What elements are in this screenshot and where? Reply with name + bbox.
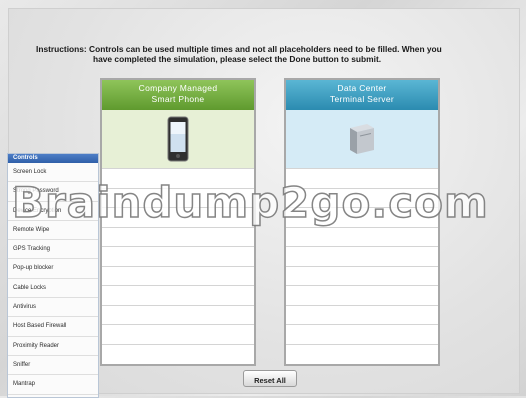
controls-header: Controls: [8, 154, 98, 163]
control-antivirus[interactable]: Antivirus: [8, 298, 98, 318]
terminal-server-panel-header: Data Center Terminal Server: [286, 80, 438, 110]
smart-phone-slot-7[interactable]: [102, 285, 254, 305]
terminal-server-slot-10[interactable]: [286, 343, 438, 364]
terminal-server-slot-8[interactable]: [286, 304, 438, 325]
terminal-server-slot-9[interactable]: [286, 324, 438, 344]
smart-phone-slot-4[interactable]: [102, 226, 254, 247]
control-proximity-reader[interactable]: Proximity Reader: [8, 337, 98, 356]
smart-phone-panel: Company Managed Smart Phone: [100, 78, 256, 366]
smart-phone-device-area: [102, 110, 254, 168]
control-host-based-firewall[interactable]: Host Based Firewall: [8, 317, 98, 337]
terminal-server-panel: Data Center Terminal Server: [284, 78, 440, 366]
instructions-line-1: Instructions: Controls can be used multi…: [36, 44, 442, 54]
terminal-server-slot-1[interactable]: [286, 168, 438, 188]
control-remote-wipe[interactable]: Remote Wipe: [8, 221, 98, 241]
control-gps-tracking[interactable]: GPS Tracking: [8, 240, 98, 260]
control-sniffer[interactable]: Sniffer: [8, 356, 98, 376]
terminal-server-slot-4[interactable]: [286, 226, 438, 247]
smart-phone-slot-5[interactable]: [102, 246, 254, 266]
instructions-line-2: have completed the simulation, please se…: [93, 54, 382, 64]
smart-phone-slot-2[interactable]: [102, 187, 254, 208]
control-device-encryption[interactable]: Device Encryption: [8, 202, 98, 221]
terminal-server-device-area: [286, 110, 438, 168]
smart-phone-slot-1[interactable]: [102, 168, 254, 188]
control-screen-lock[interactable]: Screen Lock: [8, 163, 98, 183]
control-cable-locks[interactable]: Cable Locks: [8, 279, 98, 299]
controls-list: Controls Screen Lock Strong Password Dev…: [7, 153, 99, 398]
smart-phone-title-line-1: Company Managed: [138, 83, 218, 93]
smart-phone-panel-header: Company Managed Smart Phone: [102, 80, 254, 110]
instructions-text: Instructions: Controls can be used multi…: [36, 44, 498, 64]
smart-phone-slot-9[interactable]: [102, 324, 254, 344]
control-strong-password[interactable]: Strong Password: [8, 182, 98, 202]
terminal-server-slot-2[interactable]: [286, 187, 438, 208]
smart-phone-slot-10[interactable]: [102, 343, 254, 364]
smart-phone-slot-8[interactable]: [102, 304, 254, 325]
smart-phone-slot-3[interactable]: [102, 207, 254, 227]
control-popup-blocker[interactable]: Pop-up blocker: [8, 259, 98, 279]
smartphone-icon: [167, 116, 189, 162]
control-mantrap[interactable]: Mantrap: [8, 375, 98, 395]
smart-phone-slot-6[interactable]: [102, 265, 254, 286]
terminal-server-slot-6[interactable]: [286, 265, 438, 286]
smart-phone-title-line-2: Smart Phone: [151, 94, 205, 104]
terminal-server-title-line-2: Terminal Server: [329, 94, 395, 104]
terminal-server-slot-7[interactable]: [286, 285, 438, 305]
server-icon: [350, 124, 374, 154]
reset-all-button[interactable]: Reset All: [243, 370, 297, 387]
terminal-server-slot-3[interactable]: [286, 207, 438, 227]
terminal-server-title-line-1: Data Center: [337, 83, 387, 93]
terminal-server-slot-5[interactable]: [286, 246, 438, 266]
